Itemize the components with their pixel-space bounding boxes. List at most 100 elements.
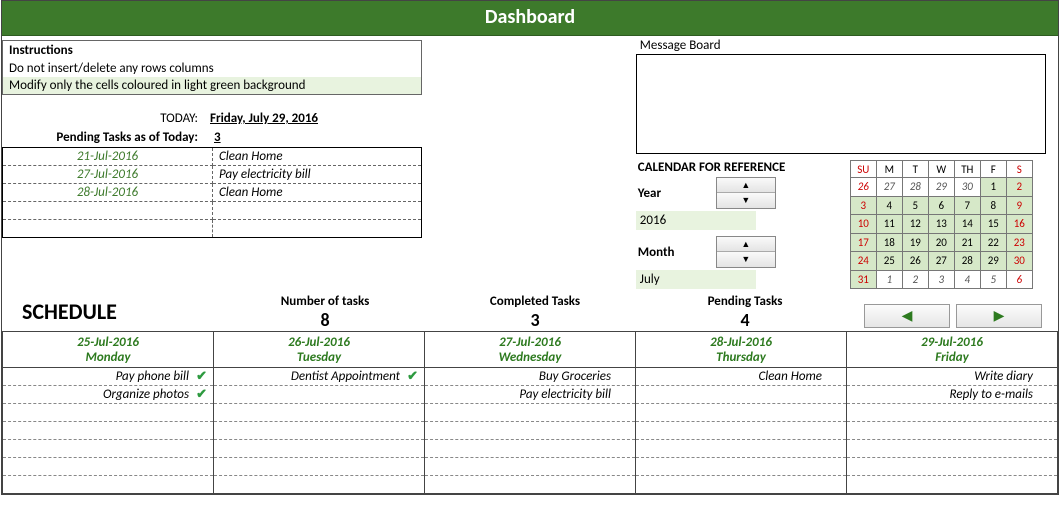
schedule-cell[interactable]	[425, 458, 636, 476]
instructions-line-2: Modify only the cells coloured in light …	[3, 77, 421, 94]
calendar-day-cell[interactable]: 20	[928, 233, 954, 252]
year-spinner[interactable]: ▲ ▼	[716, 177, 776, 209]
schedule-cell[interactable]	[425, 440, 636, 458]
schedule-cell[interactable]	[636, 440, 847, 458]
month-down-button[interactable]: ▼	[717, 252, 775, 267]
calendar-day-cell[interactable]: 4	[954, 270, 980, 289]
schedule-cell[interactable]	[425, 476, 636, 494]
schedule-cell[interactable]	[636, 476, 847, 494]
schedule-cell[interactable]	[425, 422, 636, 440]
month-spinner[interactable]: ▲ ▼	[716, 236, 776, 268]
schedule-cell[interactable]	[3, 440, 214, 458]
calendar-day-cell[interactable]: 2	[1006, 178, 1032, 197]
calendar-day-cell[interactable]: 7	[954, 196, 980, 215]
calendar-day-cell[interactable]: 25	[876, 252, 902, 271]
schedule-cell[interactable]	[425, 404, 636, 422]
schedule-cell[interactable]	[214, 458, 425, 476]
schedule-cell[interactable]	[636, 404, 847, 422]
check-icon: ✔	[193, 369, 207, 384]
calendar-day-cell[interactable]: 26	[850, 178, 876, 197]
schedule-cell[interactable]: Dentist Appointment✔	[214, 368, 425, 386]
schedule-cell[interactable]	[636, 458, 847, 476]
calendar-day-cell[interactable]: 6	[1006, 270, 1032, 289]
pending-task-row-empty	[3, 220, 422, 238]
pending-tasks-table: 21-Jul-2016Clean Home27-Jul-2016Pay elec…	[2, 147, 422, 238]
schedule-cell[interactable]	[847, 458, 1058, 476]
schedule-cell[interactable]	[847, 422, 1058, 440]
message-board-area[interactable]	[636, 54, 1046, 154]
calendar-day-cell[interactable]: 30	[1006, 252, 1032, 271]
month-label: Month	[636, 245, 716, 260]
schedule-cell[interactable]	[3, 476, 214, 494]
calendar-day-cell[interactable]: 23	[1006, 233, 1032, 252]
calendar-day-cell[interactable]: 10	[850, 215, 876, 234]
schedule-cell[interactable]	[214, 440, 425, 458]
schedule-cell[interactable]: Write diary	[847, 368, 1058, 386]
calendar-day-cell[interactable]: 14	[954, 215, 980, 234]
schedule-cell[interactable]	[847, 404, 1058, 422]
calendar-day-cell[interactable]: 29	[928, 178, 954, 197]
calendar-day-cell[interactable]: 28	[902, 178, 928, 197]
check-icon: ✔	[193, 387, 207, 402]
schedule-cell[interactable]: Organize photos✔	[3, 386, 214, 404]
calendar-day-cell[interactable]: 11	[876, 215, 902, 234]
year-up-button[interactable]: ▲	[717, 178, 775, 193]
calendar-day-cell[interactable]: 5	[902, 196, 928, 215]
calendar-day-cell[interactable]: 4	[876, 196, 902, 215]
calendar-day-cell[interactable]: 12	[902, 215, 928, 234]
schedule-prev-button[interactable]: ◀	[864, 304, 950, 328]
month-up-button[interactable]: ▲	[717, 237, 775, 252]
calendar-day-cell[interactable]: 31	[850, 270, 876, 289]
calendar-day-cell[interactable]: 9	[1006, 196, 1032, 215]
schedule-cell[interactable]: Pay electricity bill	[425, 386, 636, 404]
schedule-cell[interactable]	[847, 440, 1058, 458]
schedule-cell[interactable]	[636, 386, 847, 404]
calendar-day-cell[interactable]: 13	[928, 215, 954, 234]
calendar-day-cell[interactable]: 6	[928, 196, 954, 215]
schedule-cell[interactable]	[3, 422, 214, 440]
year-label: Year	[636, 186, 716, 201]
calendar-day-cell[interactable]: 30	[954, 178, 980, 197]
schedule-cell[interactable]	[214, 404, 425, 422]
calendar-day-cell[interactable]: 8	[980, 196, 1006, 215]
calendar-day-cell[interactable]: 29	[980, 252, 1006, 271]
schedule-cell[interactable]	[3, 458, 214, 476]
schedule-cell[interactable]	[636, 422, 847, 440]
calendar-day-cell[interactable]: 27	[928, 252, 954, 271]
calendar-day-cell[interactable]: 1	[980, 178, 1006, 197]
calendar-day-cell[interactable]: 5	[980, 270, 1006, 289]
month-value[interactable]: July	[636, 270, 756, 289]
schedule-cell[interactable]	[214, 386, 425, 404]
calendar-day-cell[interactable]: 19	[902, 233, 928, 252]
schedule-cell[interactable]: Clean Home	[636, 368, 847, 386]
calendar-day-cell[interactable]: 26	[902, 252, 928, 271]
calendar-day-cell[interactable]: 24	[850, 252, 876, 271]
calendar-day-cell[interactable]: 22	[980, 233, 1006, 252]
schedule-cell[interactable]	[3, 404, 214, 422]
schedule-day-header: 29-Jul-2016Friday	[847, 332, 1058, 368]
calendar-day-cell[interactable]: 2	[902, 270, 928, 289]
today-value: Friday, July 29, 2016	[210, 111, 318, 126]
schedule-day-header: 26-Jul-2016Tuesday	[214, 332, 425, 368]
schedule-cell[interactable]: Pay phone bill✔	[3, 368, 214, 386]
calendar-day-cell[interactable]: 17	[850, 233, 876, 252]
schedule-next-button[interactable]: ▶	[956, 304, 1042, 328]
calendar-day-cell[interactable]: 1	[876, 270, 902, 289]
calendar-day-cell[interactable]: 27	[876, 178, 902, 197]
calendar-day-cell[interactable]: 3	[928, 270, 954, 289]
today-label: TODAY:	[2, 111, 210, 126]
schedule-cell[interactable]	[847, 476, 1058, 494]
calendar-day-cell[interactable]: 18	[876, 233, 902, 252]
schedule-cell[interactable]: Reply to e-mails	[847, 386, 1058, 404]
schedule-cell[interactable]	[214, 422, 425, 440]
calendar-day-cell[interactable]: 3	[850, 196, 876, 215]
calendar-day-cell[interactable]: 28	[954, 252, 980, 271]
year-down-button[interactable]: ▼	[717, 193, 775, 208]
calendar-day-cell[interactable]: 16	[1006, 215, 1032, 234]
schedule-cell[interactable]: Buy Groceries	[425, 368, 636, 386]
calendar-day-cell[interactable]: 15	[980, 215, 1006, 234]
year-value[interactable]: 2016	[636, 211, 756, 230]
calendar-day-cell[interactable]: 21	[954, 233, 980, 252]
instructions-header: Instructions	[3, 41, 421, 60]
schedule-cell[interactable]	[214, 476, 425, 494]
